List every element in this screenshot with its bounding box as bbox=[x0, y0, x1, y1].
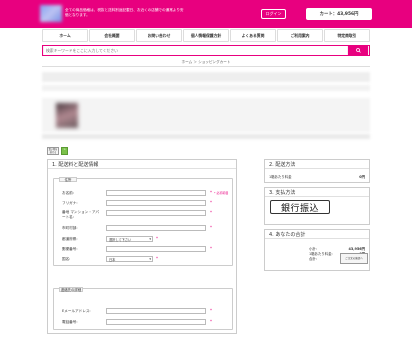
address-box: 住所 お名前: * * 必須項目 フリガナ: * 番地 マンション・アパート名:… bbox=[53, 177, 233, 266]
chevron-down-icon: ▾ bbox=[149, 237, 151, 241]
field-label-name: お名前: bbox=[62, 191, 74, 195]
field-label-address: 番地 マンション・アパート名: bbox=[62, 210, 100, 219]
required-mark: * bbox=[156, 236, 158, 241]
field-label-postal: 郵便番号: bbox=[62, 247, 78, 251]
breadcrumb[interactable]: ホーム ＞ ショッピングカート bbox=[0, 60, 412, 65]
required-mark: * bbox=[210, 200, 212, 205]
nav-item-guide[interactable]: ご利用案内 bbox=[277, 29, 323, 42]
grand-total-label: 合計: bbox=[309, 257, 317, 261]
prefecture-select[interactable]: 選択して下さい ▾ bbox=[106, 236, 153, 242]
required-mark: * bbox=[210, 210, 212, 215]
country-select-value: 日本 bbox=[109, 257, 116, 262]
contact-head: 連絡先の詳細 bbox=[59, 287, 83, 292]
continue-shopping-button[interactable]: 買い物を続ける bbox=[47, 147, 59, 155]
field-label-phone: 電話番号: bbox=[62, 320, 78, 324]
required-mark: * bbox=[210, 225, 212, 230]
payment-panel-title: 3. 支払方法 bbox=[265, 188, 369, 197]
nav-item-company[interactable]: 会社概要 bbox=[89, 29, 135, 42]
required-mark: * bbox=[156, 256, 158, 261]
main-nav: ホーム 会社概要 お問い合わせ 個人情報保護方針 よくある質問 ご利用案内 特定… bbox=[42, 29, 370, 42]
nav-item-home[interactable]: ホーム bbox=[42, 29, 88, 42]
breadcrumb-divider bbox=[42, 66, 370, 67]
search-bar bbox=[42, 45, 370, 56]
field-label-country: 国名: bbox=[62, 257, 71, 261]
cart-product-thumbnail[interactable] bbox=[56, 103, 78, 128]
contact-box: 連絡先の詳細 Eメールアドレス: * 電話番号: * bbox=[53, 287, 233, 330]
prefecture-select-value: 選択して下さい bbox=[109, 237, 132, 242]
delivery-panel-title: 2. 配送方法 bbox=[265, 160, 369, 169]
action-icons: 買い物を続ける ↻ bbox=[47, 147, 68, 155]
required-mark: * bbox=[210, 190, 212, 195]
total-panel-title: 4. あなたの合計 bbox=[265, 230, 369, 239]
login-button[interactable]: ログイン bbox=[261, 9, 286, 19]
field-label-furigana: フリガナ: bbox=[62, 201, 78, 205]
cart-total-button[interactable]: カート：43,956円 bbox=[306, 8, 372, 20]
address-input[interactable] bbox=[106, 210, 206, 216]
city-input[interactable] bbox=[106, 225, 206, 231]
nav-item-privacy[interactable]: 個人情報保護方針 bbox=[183, 29, 229, 42]
delivery-rate-label: 1箱あたり料金 bbox=[269, 175, 292, 179]
country-select[interactable]: 日本 ▾ bbox=[106, 256, 153, 262]
nav-item-faq[interactable]: よくある質問 bbox=[230, 29, 276, 42]
search-input[interactable] bbox=[44, 46, 347, 55]
shipping-panel: 1. 配送料と配送情報 住所 お名前: * * 必須項目 フリガナ: * 番地 … bbox=[47, 159, 237, 334]
total-panel: 4. あなたの合計 小計: 43,956円 1箱あたり料金: 0円 合計: 43… bbox=[264, 229, 370, 271]
required-mark: * bbox=[210, 246, 212, 251]
delivery-panel: 2. 配送方法 1箱あたり料金 0円 bbox=[264, 159, 370, 183]
nav-item-contact[interactable]: お問い合わせ bbox=[136, 29, 182, 42]
confirm-order-button[interactable]: ご注文の確認へ bbox=[340, 253, 368, 264]
search-icon bbox=[355, 48, 361, 53]
shipping-panel-title: 1. 配送料と配送情報 bbox=[48, 160, 236, 169]
payment-panel: 3. 支払方法 銀行振込 bbox=[264, 187, 370, 225]
field-label-prefecture: 都道府県: bbox=[62, 237, 78, 241]
furigana-input[interactable] bbox=[106, 200, 206, 206]
cart-table-blurred bbox=[42, 70, 370, 140]
bank-transfer-option[interactable]: 銀行振込 bbox=[270, 200, 330, 214]
required-mark: * bbox=[210, 308, 212, 313]
site-logo[interactable] bbox=[40, 5, 62, 22]
field-label-email: Eメールアドレス: bbox=[62, 309, 91, 313]
site-header: 全ての商品価格は、税抜と送料別途記載日、お近くの店舗での通常より安価となります。… bbox=[0, 0, 412, 28]
field-label-city: 市町村部: bbox=[62, 226, 78, 230]
phone-input[interactable] bbox=[106, 319, 206, 325]
chevron-down-icon: ▾ bbox=[149, 257, 151, 261]
name-input[interactable] bbox=[106, 190, 206, 196]
required-mark: * bbox=[210, 319, 212, 324]
delivery-rate-value: 0円 bbox=[359, 175, 365, 179]
refresh-icon[interactable]: ↻ bbox=[61, 147, 68, 155]
required-note: * 必須項目 bbox=[214, 191, 229, 195]
nav-item-legal[interactable]: 特定商取引 bbox=[324, 29, 370, 42]
postal-code-input[interactable] bbox=[106, 246, 206, 252]
search-button[interactable] bbox=[348, 46, 368, 55]
address-head: 住所 bbox=[59, 177, 77, 182]
header-message: 全ての商品価格は、税抜と送料別途記載日、お近くの店舗での通常より安価となります。 bbox=[65, 8, 184, 17]
email-input[interactable] bbox=[106, 308, 206, 314]
